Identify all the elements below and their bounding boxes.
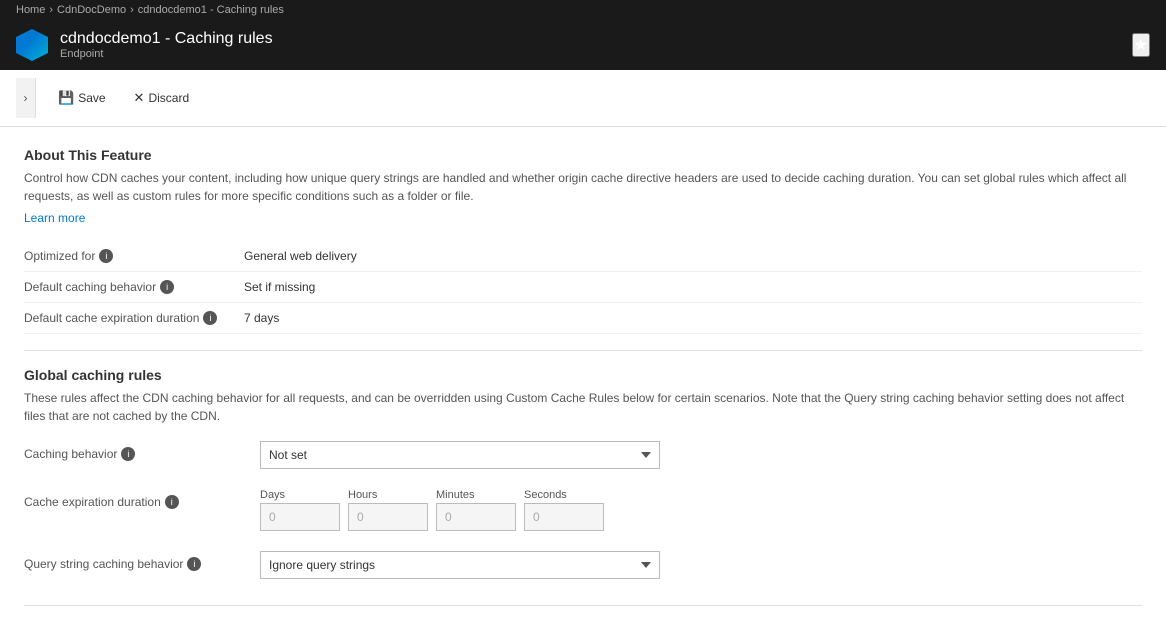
- about-description: Control how CDN caches your content, inc…: [24, 169, 1142, 205]
- page-subtitle: Endpoint: [60, 48, 273, 60]
- divider-2: [24, 605, 1142, 606]
- page-title: cdndocdemo1 - Caching rules: [60, 30, 273, 48]
- save-icon: 💾: [58, 90, 74, 106]
- top-bar-left: cdndocdemo1 - Caching rules Endpoint: [16, 29, 273, 61]
- label-text: Default cache expiration duration: [24, 311, 199, 325]
- header-area: Home › CdnDocDemo › cdndocdemo1 - Cachin…: [0, 0, 1166, 127]
- toolbar: › 💾 Save ✕ Discard: [0, 70, 1166, 127]
- query-string-control: Ignore query strings Bypass caching for …: [260, 551, 1142, 579]
- caching-behavior-label-text: Caching behavior: [24, 447, 117, 461]
- app-logo: [16, 29, 48, 61]
- info-value-expiration: 7 days: [244, 311, 279, 325]
- save-button[interactable]: 💾 Save: [52, 88, 112, 108]
- discard-icon: ✕: [134, 90, 145, 106]
- save-label: Save: [78, 91, 105, 105]
- about-title: About This Feature: [24, 147, 1142, 163]
- seconds-input[interactable]: [524, 503, 604, 531]
- cache-expiration-row: Cache expiration duration i Days Hours: [24, 479, 1142, 541]
- cache-expiration-label: Cache expiration duration i: [24, 489, 244, 509]
- info-label-optimized: Optimized for i: [24, 249, 244, 263]
- minutes-field: Minutes: [436, 489, 516, 531]
- discard-button[interactable]: ✕ Discard: [128, 88, 196, 108]
- info-icon-caching-behavior-global: i: [121, 447, 135, 461]
- caching-behavior-control: Not set Bypass cache Override Set if mis…: [260, 441, 1142, 469]
- info-label-caching-behavior: Default caching behavior i: [24, 280, 244, 294]
- label-text: Optimized for: [24, 249, 95, 263]
- minutes-input[interactable]: [436, 503, 516, 531]
- info-value-caching-behavior: Set if missing: [244, 280, 315, 294]
- duration-fields: Days Hours Minutes Seconds: [260, 489, 1142, 531]
- info-label-expiration: Default cache expiration duration i: [24, 311, 244, 325]
- days-label: Days: [260, 489, 340, 501]
- breadcrumb-sep1: ›: [49, 4, 53, 16]
- query-string-row: Query string caching behavior i Ignore q…: [24, 541, 1142, 589]
- caching-behavior-select[interactable]: Not set Bypass cache Override Set if mis…: [260, 441, 660, 469]
- query-string-label-text: Query string caching behavior: [24, 557, 183, 571]
- breadcrumb-sep2: ›: [130, 4, 134, 16]
- info-icon-expiration-global: i: [165, 495, 179, 509]
- breadcrumb: Home › CdnDocDemo › cdndocdemo1 - Cachin…: [0, 0, 1166, 20]
- sidebar-collapse-button[interactable]: ›: [16, 78, 36, 118]
- top-bar: cdndocdemo1 - Caching rules Endpoint ★: [0, 20, 1166, 70]
- cache-expiration-control: Days Hours Minutes Seconds: [260, 489, 1142, 531]
- global-caching-section: Global caching rules These rules affect …: [24, 367, 1142, 589]
- days-field: Days: [260, 489, 340, 531]
- label-text: Default caching behavior: [24, 280, 156, 294]
- hours-field: Hours: [348, 489, 428, 531]
- seconds-label: Seconds: [524, 489, 604, 501]
- info-row-optimized: Optimized for i General web delivery: [24, 241, 1142, 272]
- query-string-label: Query string caching behavior i: [24, 551, 244, 571]
- discard-label: Discard: [148, 91, 189, 105]
- hours-input[interactable]: [348, 503, 428, 531]
- caching-behavior-row: Caching behavior i Not set Bypass cache …: [24, 431, 1142, 479]
- minutes-label: Minutes: [436, 489, 516, 501]
- top-bar-title: cdndocdemo1 - Caching rules Endpoint: [60, 30, 273, 60]
- about-section: About This Feature Control how CDN cache…: [24, 147, 1142, 241]
- hours-label: Hours: [348, 489, 428, 501]
- info-row-expiration: Default cache expiration duration i 7 da…: [24, 303, 1142, 334]
- info-icon-query-string: i: [187, 557, 201, 571]
- info-icon-caching-behavior: i: [160, 280, 174, 294]
- info-icon-expiration: i: [203, 311, 217, 325]
- pin-button[interactable]: ★: [1132, 33, 1150, 57]
- breadcrumb-page: cdndocdemo1 - Caching rules: [138, 4, 284, 16]
- global-caching-title: Global caching rules: [24, 367, 1142, 383]
- cache-expiration-label-text: Cache expiration duration: [24, 495, 161, 509]
- caching-behavior-label: Caching behavior i: [24, 441, 244, 461]
- info-icon-optimized: i: [99, 249, 113, 263]
- divider-1: [24, 350, 1142, 351]
- learn-more-link[interactable]: Learn more: [24, 211, 85, 225]
- breadcrumb-cdn[interactable]: CdnDocDemo: [57, 4, 126, 16]
- info-row-caching-behavior: Default caching behavior i Set if missin…: [24, 272, 1142, 303]
- info-value-optimized: General web delivery: [244, 249, 357, 263]
- main-wrapper: Home › CdnDocDemo › cdndocdemo1 - Cachin…: [0, 0, 1166, 624]
- global-caching-description: These rules affect the CDN caching behav…: [24, 389, 1142, 425]
- content-area: About This Feature Control how CDN cache…: [0, 127, 1166, 624]
- days-input[interactable]: [260, 503, 340, 531]
- breadcrumb-home[interactable]: Home: [16, 4, 45, 16]
- seconds-field: Seconds: [524, 489, 604, 531]
- query-string-select[interactable]: Ignore query strings Bypass caching for …: [260, 551, 660, 579]
